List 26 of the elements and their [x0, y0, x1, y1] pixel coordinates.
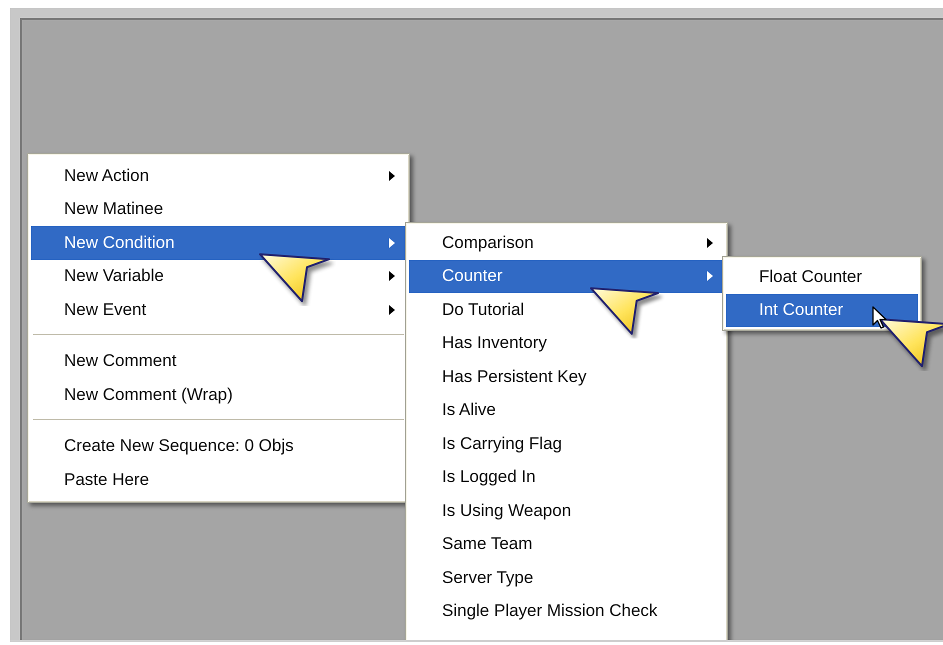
menu-item[interactable]: Single Player Mission Check [409, 594, 724, 628]
callout-arrow-icon [259, 253, 331, 304]
menu-item[interactable]: Server Type [409, 561, 724, 594]
menu-item[interactable]: Int Counter [726, 294, 918, 327]
menu-item[interactable]: Float Counter [726, 260, 918, 294]
menu-item[interactable]: Paste Here [31, 463, 406, 496]
menu-item[interactable]: Same Team [409, 528, 724, 561]
menu-item[interactable]: New Action [31, 159, 406, 192]
menu-item[interactable]: New Event [31, 293, 406, 326]
menu-item[interactable]: New Variable [31, 260, 406, 293]
menu-item[interactable]: Create New Sequence: 0 Objs [31, 430, 406, 463]
menu-item[interactable]: Has Inventory [409, 326, 724, 360]
menu-item[interactable]: Do Tutorial [409, 293, 724, 326]
menu-item[interactable]: Is Logged In [409, 460, 724, 494]
menu-item[interactable]: Counter [409, 260, 724, 293]
menu-item[interactable]: New Matinee [31, 192, 406, 226]
menu-item[interactable]: Comparison [409, 226, 724, 260]
menu-item[interactable]: New Condition [31, 226, 406, 260]
menu-item[interactable]: Is Carrying Flag [409, 427, 724, 460]
menu-item[interactable]: Is Alive [409, 394, 724, 427]
menu-item[interactable]: Is Using Weapon [409, 494, 724, 528]
callout-arrow-icon [879, 318, 943, 368]
menu-item[interactable]: New Comment (Wrap) [31, 378, 406, 412]
menu-item[interactable]: New Comment [31, 344, 406, 378]
callout-arrow-icon [590, 287, 660, 336]
menu-item[interactable]: Has Persistent Key [409, 360, 724, 394]
